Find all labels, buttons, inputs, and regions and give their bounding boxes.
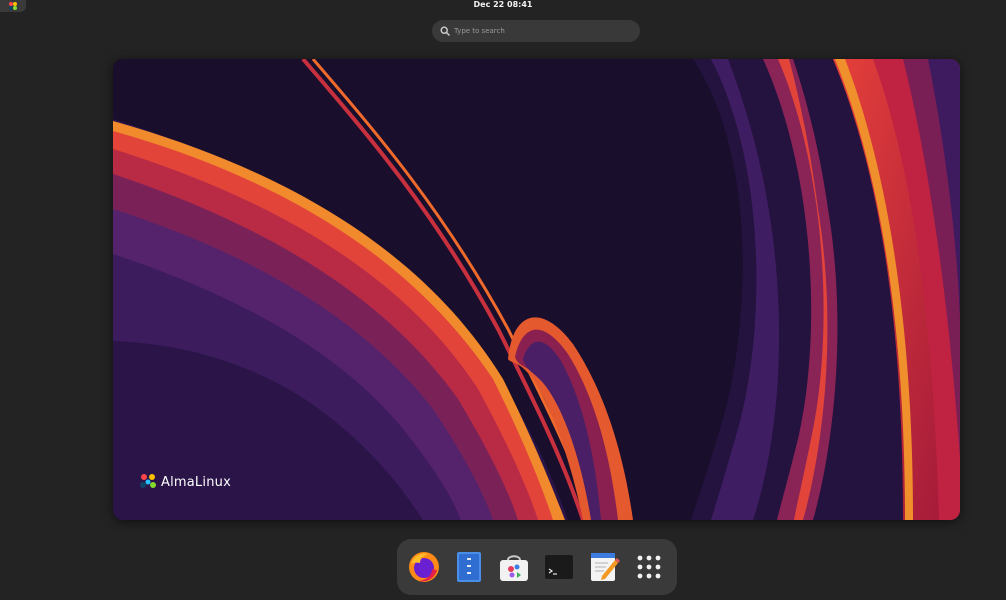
clock[interactable]: Dec 22 08:41 [0, 0, 1006, 10]
search-input[interactable] [454, 20, 634, 42]
dash-item-software[interactable] [494, 547, 534, 587]
search-icon [440, 26, 450, 36]
dash-item-terminal[interactable] [539, 547, 579, 587]
search-bar[interactable] [432, 20, 640, 42]
files-icon [457, 552, 481, 582]
brand-name: AlmaLinux [161, 474, 231, 490]
dash [397, 539, 677, 595]
almalinux-brand: AlmaLinux [139, 473, 231, 491]
firefox-icon [409, 552, 439, 582]
dash-item-firefox[interactable] [404, 547, 444, 587]
dash-item-show-applications[interactable] [629, 547, 669, 587]
terminal-icon [543, 553, 575, 581]
app-grid-icon [637, 555, 661, 579]
almalinux-logo-icon [140, 474, 156, 488]
workspace-thumbnail[interactable]: AlmaLinux [113, 59, 960, 520]
text-editor-icon [591, 553, 620, 581]
software-store-icon [500, 555, 528, 581]
wallpaper [113, 59, 960, 520]
dash-item-files[interactable] [449, 547, 489, 587]
dash-item-text-editor[interactable] [584, 547, 624, 587]
